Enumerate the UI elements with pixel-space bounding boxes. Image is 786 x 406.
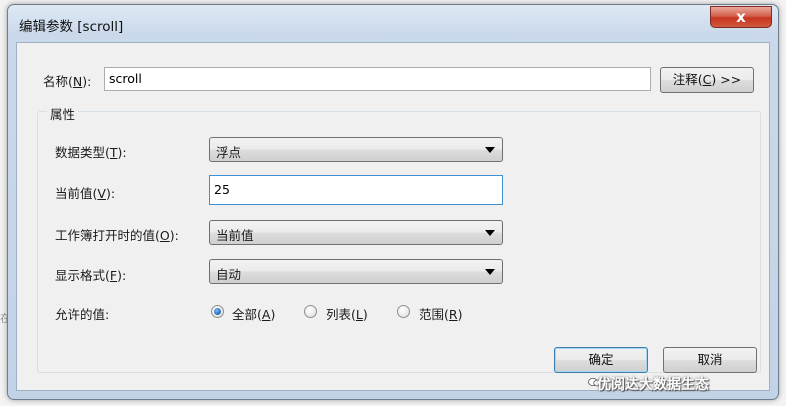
cancel-button[interactable]: 取消: [663, 347, 757, 373]
name-label: 名称(N):: [43, 74, 92, 89]
chevron-down-icon: [485, 147, 495, 153]
radio-all[interactable]: [211, 305, 224, 318]
properties-group-title: 属性: [47, 104, 79, 123]
title-bar[interactable]: 编辑参数 [scroll] x: [8, 5, 778, 41]
current-value-field[interactable]: 25: [209, 175, 503, 205]
dialog-body: 名称(N): scroll 注释(C) >> 属性 数据类型(T): 浮点 当前…: [16, 42, 770, 391]
radio-range[interactable]: [397, 305, 410, 318]
radio-all-label[interactable]: 全部(A): [232, 304, 275, 323]
watermark-text: 优阅达大数据生态: [597, 377, 709, 393]
comment-button[interactable]: 注释(C) >>: [660, 67, 754, 93]
workbook-open-value-label: 工作簿打开时的值(O):: [55, 228, 179, 243]
data-type-label: 数据类型(T):: [55, 145, 127, 160]
data-type-select[interactable]: 浮点: [209, 137, 503, 162]
radio-range-label[interactable]: 范围(R): [419, 304, 462, 323]
workbook-open-value-select[interactable]: 当前值: [209, 220, 503, 245]
close-button[interactable]: x: [710, 6, 772, 28]
edit-parameter-dialog: 编辑参数 [scroll] x 名称(N): scroll 注释(C) >> 属…: [7, 4, 779, 400]
data-type-value: 浮点: [216, 145, 242, 160]
radio-list-label[interactable]: 列表(L): [326, 304, 368, 323]
ok-button[interactable]: 确定: [554, 347, 648, 373]
chevron-down-icon: [485, 230, 495, 236]
current-value-label: 当前值(V):: [55, 186, 116, 201]
display-format-select[interactable]: 自动: [209, 259, 503, 284]
display-format-value: 自动: [216, 267, 242, 282]
chevron-down-icon: [485, 269, 495, 275]
dialog-title: 编辑参数 [scroll]: [19, 19, 124, 35]
radio-list[interactable]: [304, 305, 317, 318]
allowed-values-label: 允许的值:: [55, 307, 110, 322]
display-format-label: 显示格式(F):: [55, 268, 127, 283]
name-field[interactable]: scroll: [104, 67, 651, 91]
workbook-open-value-value: 当前值: [216, 228, 254, 243]
